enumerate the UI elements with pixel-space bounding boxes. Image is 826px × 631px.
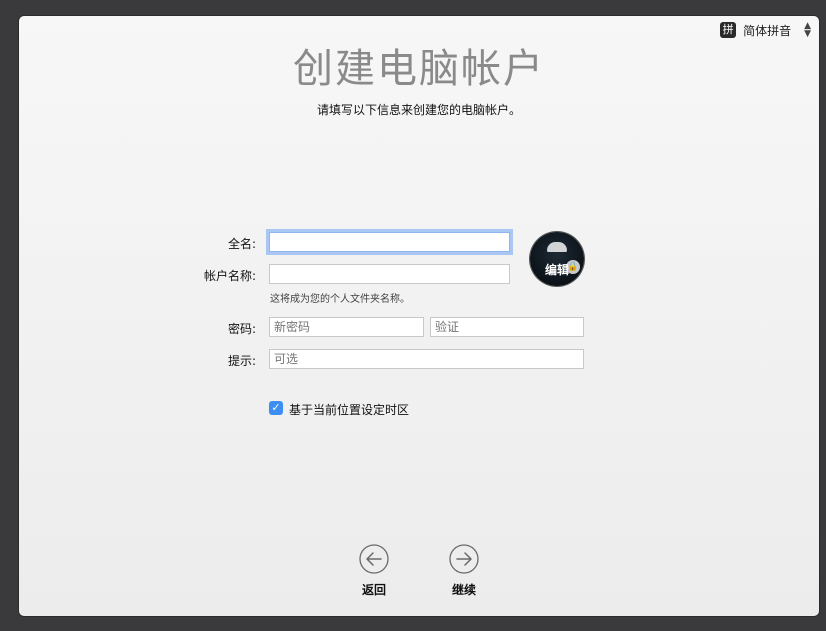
avatar-image bbox=[547, 242, 567, 252]
arrow-left-circle-icon bbox=[359, 544, 389, 574]
continue-button[interactable]: 继续 bbox=[439, 544, 489, 598]
full-name-label: 全名: bbox=[227, 237, 256, 251]
user-avatar[interactable]: 🔒 编辑 bbox=[530, 232, 584, 286]
full-name-field[interactable] bbox=[269, 232, 510, 252]
account-name-label: 帐户名称: bbox=[203, 269, 256, 283]
account-name-hint: 这将成为您的个人文件夹名称。 bbox=[270, 294, 410, 305]
setup-window: 拼 简体拼音 ▲ ▼ 创建电脑帐户 请填写以下信息来创建您的电脑帐户。 全名: 帐… bbox=[19, 16, 819, 616]
back-button[interactable]: 返回 bbox=[349, 544, 399, 598]
page-title: 创建电脑帐户 bbox=[293, 46, 545, 92]
password-hint-label: 提示: bbox=[227, 354, 256, 368]
password-field[interactable] bbox=[269, 317, 424, 337]
timezone-checkbox-label: 基于当前位置设定时区 bbox=[289, 403, 410, 417]
verify-password-field[interactable] bbox=[430, 317, 584, 337]
arrow-right-circle-icon bbox=[449, 544, 479, 574]
avatar-edit-label: 编辑 bbox=[544, 263, 569, 277]
password-hint-field[interactable] bbox=[269, 349, 584, 369]
password-label: 密码: bbox=[227, 322, 256, 336]
timezone-checkbox[interactable]: ✓ bbox=[269, 401, 283, 415]
account-name-field[interactable] bbox=[269, 264, 510, 284]
continue-label: 继续 bbox=[451, 583, 476, 597]
back-label: 返回 bbox=[361, 583, 386, 597]
page-subtitle: 请填写以下信息来创建您的电脑帐户。 bbox=[316, 103, 521, 117]
